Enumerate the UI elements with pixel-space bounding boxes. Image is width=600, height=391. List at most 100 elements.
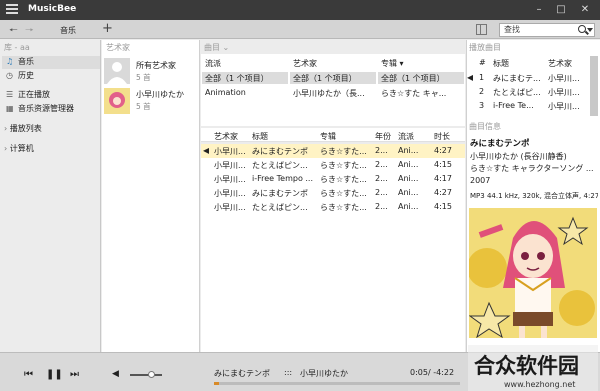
- track-duration: 4:17: [434, 174, 452, 183]
- sidebar-item-history[interactable]: ◷ 历史: [6, 70, 34, 82]
- playing-number: 2: [479, 87, 485, 96]
- playing-artist: 小早川...: [548, 74, 580, 83]
- sidebar-item-label: 音乐资源管理器: [18, 104, 74, 113]
- artist-count: 5 首: [136, 73, 151, 82]
- menu-icon[interactable]: [6, 4, 18, 16]
- chevron-down-icon[interactable]: [587, 28, 593, 32]
- album-art-thumb: [104, 88, 130, 114]
- track-year: 2...: [375, 188, 388, 197]
- artist-count: 5 首: [136, 102, 151, 111]
- sidebar-item-music[interactable]: ♫ 音乐: [6, 56, 34, 68]
- album-column-header[interactable]: 专辑 ▾: [381, 58, 404, 69]
- artist-name[interactable]: 所有艺术家: [136, 60, 176, 71]
- album-art-image: [467, 208, 597, 339]
- next-icon[interactable]: ⏭: [70, 369, 79, 380]
- player-separator: :::: [284, 368, 293, 377]
- track-col-album[interactable]: 专辑: [320, 131, 336, 142]
- track-genre: Ani...: [398, 188, 419, 197]
- tracks-header[interactable]: 曲目 ⌄: [204, 42, 229, 53]
- album-item[interactable]: 全部（1 个项目）: [381, 73, 463, 84]
- track-duration: 4:27: [434, 146, 452, 155]
- track-info-header: 曲目信息: [469, 122, 501, 131]
- track-col-title[interactable]: 标题: [252, 131, 268, 142]
- track-year: 2...: [375, 202, 388, 211]
- progress-bar[interactable]: [214, 382, 460, 385]
- track-col-year[interactable]: 年份: [375, 131, 391, 142]
- sidebar-item-explorer[interactable]: ▦ 音乐资源管理器: [6, 103, 74, 115]
- back-icon[interactable]: 🠔: [9, 23, 18, 40]
- track-album: らき☆すた...: [320, 161, 367, 170]
- speaker-icon: ◀: [467, 73, 474, 82]
- track-artist: 小早川...: [214, 147, 246, 156]
- playing-col-number[interactable]: #: [479, 58, 486, 67]
- watermark-image: 合众软件园 www.hezhong.net: [468, 345, 598, 391]
- track-duration: 4:15: [434, 202, 452, 211]
- volume-slider[interactable]: [130, 374, 162, 376]
- person-icon: [107, 62, 127, 84]
- genre-item[interactable]: Animation: [205, 88, 285, 97]
- volume-slider-knob[interactable]: [148, 371, 155, 378]
- close-icon[interactable]: ✕: [574, 0, 596, 20]
- playing-col-artist[interactable]: 艺术家: [548, 58, 572, 69]
- artist-panel: [102, 40, 200, 352]
- watermark-logo: 合众软件园 www.hezhong.net: [468, 345, 598, 391]
- search-input[interactable]: 查找: [499, 23, 595, 37]
- svg-text:www.hezhong.net: www.hezhong.net: [504, 380, 575, 389]
- track-year: 2...: [375, 174, 388, 183]
- track-genre: Ani...: [398, 160, 419, 169]
- minimize-icon[interactable]: –: [528, 0, 550, 20]
- sidebar-item-label: 正在播放: [18, 90, 50, 99]
- track-artist: 小早川...: [214, 189, 246, 198]
- forward-icon[interactable]: 🠖: [25, 23, 34, 40]
- genre-item[interactable]: 全部（1 个项目）: [205, 73, 285, 84]
- track-artist: 小早川...: [214, 203, 246, 212]
- track-col-genre[interactable]: 流派: [398, 131, 414, 142]
- artist-thumbnail[interactable]: [104, 88, 130, 114]
- toolbar: 🠔 🠖 音乐 + 查找: [0, 20, 600, 39]
- playing-col-title[interactable]: 标题: [493, 58, 509, 69]
- track-duration: 4:27: [434, 188, 452, 197]
- svg-text:合众软件园: 合众软件园: [474, 354, 579, 378]
- sidebar-section-computer[interactable]: › 计算机: [4, 143, 34, 155]
- now-playing-header: 播放曲目: [469, 43, 501, 52]
- info-album: らき☆すた キャラクターソング ...: [470, 164, 594, 173]
- volume-icon[interactable]: ◀: [112, 369, 119, 379]
- track-col-duration[interactable]: 时长: [434, 131, 450, 142]
- playing-title[interactable]: i-Free Te...: [493, 101, 545, 110]
- album-art[interactable]: [467, 208, 597, 339]
- previous-icon[interactable]: ⏮: [24, 369, 33, 380]
- sidebar-item-label: 音乐: [18, 57, 34, 66]
- album-item[interactable]: らき☆すた キャ...: [381, 88, 463, 99]
- track-col-artist[interactable]: 艺术家: [214, 131, 238, 142]
- sidebar-section-playlists[interactable]: › 播放列表: [4, 123, 42, 135]
- add-tab-button[interactable]: +: [102, 21, 113, 36]
- left-panel: [0, 40, 101, 352]
- layout-icon[interactable]: [476, 24, 487, 35]
- playing-number: 3: [479, 101, 485, 110]
- sidebar-item-now-playing[interactable]: ☰ 正在播放: [6, 89, 50, 101]
- scrollbar[interactable]: [590, 56, 598, 116]
- avatar[interactable]: [104, 58, 130, 84]
- player-now-title: みにまむテンポ: [214, 369, 270, 378]
- sidebar-section-label: 计算机: [9, 144, 34, 153]
- playing-title[interactable]: たとえばピ...: [493, 87, 545, 98]
- info-year: 2007: [470, 176, 491, 185]
- track-title: たとえばピン...: [252, 203, 308, 212]
- artist-column-header[interactable]: 艺术家: [293, 58, 317, 69]
- track-duration: 4:15: [434, 160, 452, 169]
- pause-icon[interactable]: ❚❚: [46, 369, 63, 380]
- selection-highlight: [2, 56, 100, 69]
- now-playing-icon: ☰: [6, 90, 14, 99]
- artist-item[interactable]: 全部（1 个项目）: [293, 73, 375, 84]
- track-artist: 小早川...: [214, 175, 246, 184]
- player-time: 0:05/ -4:22: [410, 368, 455, 377]
- artist-item[interactable]: 小早川ゆたか（長...: [293, 88, 375, 99]
- genre-column-header[interactable]: 流派: [205, 58, 221, 69]
- tab-music[interactable]: 音乐: [60, 25, 76, 36]
- playing-title[interactable]: みにまむテ...: [493, 73, 545, 84]
- explorer-icon: ▦: [6, 104, 14, 113]
- artist-name[interactable]: 小早川ゆたか: [136, 89, 184, 100]
- maximize-icon[interactable]: □: [550, 0, 572, 20]
- app-title: MusicBee: [28, 4, 77, 14]
- search-icon[interactable]: [578, 25, 586, 33]
